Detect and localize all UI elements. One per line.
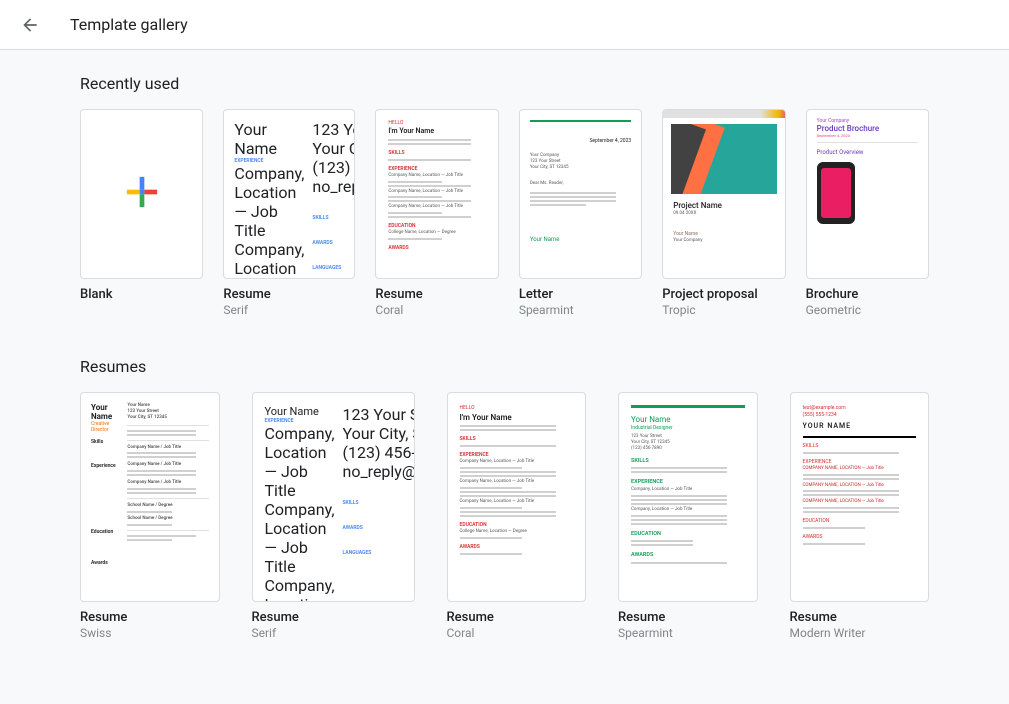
template-resume-coral[interactable]: HELLO I'm Your Name SKILLS EXPERIENCE Co… (375, 109, 498, 317)
page-title: Template gallery (70, 15, 188, 34)
thumb-resume-coral: HELLO I'm Your Name SKILLS EXPERIENCE Co… (375, 109, 498, 279)
thumb-swiss: Your Name Creative Director Skills Exper… (80, 392, 220, 602)
header: Template gallery (0, 0, 1009, 50)
row-recently-used: Blank Your Name EXPERIENCE Company, Loca… (80, 109, 929, 317)
template-resume-modern-writer[interactable]: test@example.com (555) 555-1234 YOUR NAM… (790, 392, 930, 640)
template-sub: Coral (447, 626, 587, 640)
template-sub: Spearmint (618, 626, 758, 640)
template-resume-coral-2[interactable]: HELLO I'm Your Name SKILLS EXPERIENCE Co… (447, 392, 587, 640)
thumb-spearmint: Your Name Industrial Designer 123 Your S… (618, 392, 758, 602)
section-recently-used-title: Recently used (80, 74, 929, 93)
template-title: Resume (447, 610, 587, 625)
template-title: Resume (790, 610, 930, 625)
section-resumes-title: Resumes (80, 357, 929, 376)
template-title: Resume (252, 610, 415, 625)
template-title: Resume (80, 610, 220, 625)
template-title: Resume (618, 610, 758, 625)
template-letter-spearmint[interactable]: September 4, 2023 Your Company 123 Your … (519, 109, 642, 317)
template-title: Brochure (806, 287, 929, 302)
template-sub: Coral (375, 303, 498, 317)
template-blank[interactable]: Blank (80, 109, 203, 317)
thumb-resume-serif: Your Name EXPERIENCE Company, Location —… (223, 109, 355, 279)
template-title: Letter (519, 287, 642, 302)
arrow-left-icon (20, 15, 40, 35)
thumb-serif-2: Your Name EXPERIENCE Company, Location —… (252, 392, 415, 602)
template-sub: Geometric (806, 303, 929, 317)
template-resume-serif[interactable]: Your Name EXPERIENCE Company, Location —… (223, 109, 355, 317)
template-sub: Spearmint (519, 303, 642, 317)
thumb-brochure: Your Company Product Brochure September … (806, 109, 929, 279)
template-sub: Modern Writer (790, 626, 930, 640)
row-resumes: Your Name Creative Director Skills Exper… (80, 392, 929, 640)
back-button[interactable] (18, 13, 42, 37)
template-sub: Serif (252, 626, 415, 640)
template-project-proposal[interactable]: Project Name 09.04.20XX Your Name Your C… (662, 109, 785, 317)
template-brochure[interactable]: Your Company Product Brochure September … (806, 109, 929, 317)
thumb-letter: September 4, 2023 Your Company 123 Your … (519, 109, 642, 279)
template-resume-swiss[interactable]: Your Name Creative Director Skills Exper… (80, 392, 220, 640)
template-resume-spearmint[interactable]: Your Name Industrial Designer 123 Your S… (618, 392, 758, 640)
template-sub: Tropic (662, 303, 785, 317)
thumb-blank (80, 109, 203, 279)
template-title: Project proposal (662, 287, 785, 302)
thumb-coral-2: HELLO I'm Your Name SKILLS EXPERIENCE Co… (447, 392, 587, 602)
template-title: Resume (223, 287, 355, 302)
template-sub: Serif (223, 303, 355, 317)
template-resume-serif-2[interactable]: Your Name EXPERIENCE Company, Location —… (252, 392, 415, 640)
thumb-mw: test@example.com (555) 555-1234 YOUR NAM… (790, 392, 930, 602)
template-title: Blank (80, 287, 203, 302)
thumb-project: Project Name 09.04.20XX Your Name Your C… (662, 109, 785, 279)
template-sub: Swiss (80, 626, 220, 640)
template-title: Resume (375, 287, 498, 302)
content: Recently used Blank Your Name EXPERIENCE (0, 50, 1009, 704)
plus-icon (121, 171, 163, 217)
